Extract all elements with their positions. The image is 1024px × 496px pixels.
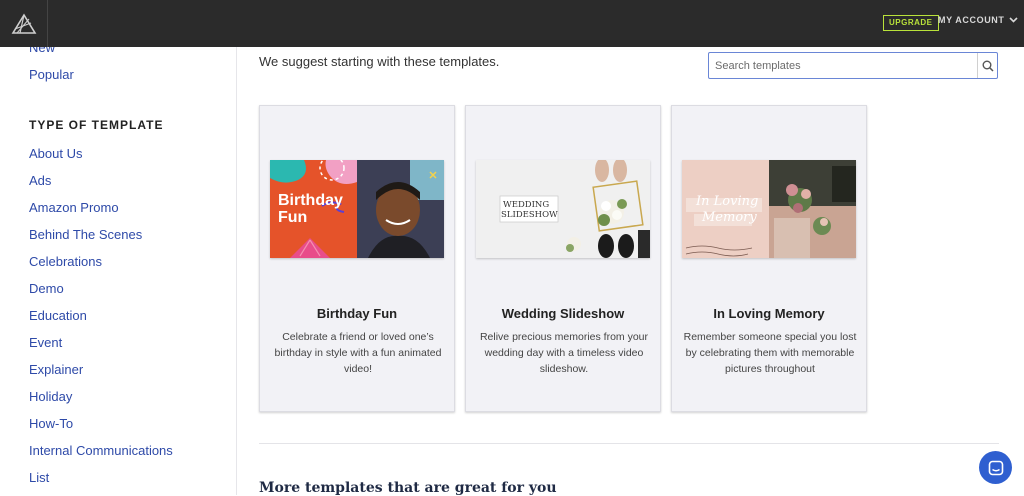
template-card-title: Birthday Fun [316,306,398,321]
chat-button[interactable] [979,451,1012,484]
logo-home-link[interactable] [0,0,48,47]
sidebar-item-about-us[interactable]: About Us [29,146,82,161]
thumbnail-text-line-2: Fun [278,209,308,226]
template-card-in-loving-memory[interactable]: In Loving Memory In Loving Memory Rememb… [671,105,867,412]
thumbnail-text-line-2: Memory [702,210,757,225]
my-account-label: MY ACCOUNT [938,15,1005,25]
template-card-title: Wedding Slideshow [501,306,625,321]
sidebar-item-holiday[interactable]: Holiday [29,389,72,404]
template-card-description: Celebrate a friend or loved one’s birthd… [274,331,442,375]
template-card-description: Relive precious memories from your weddi… [479,331,649,375]
chat-icon [988,460,1003,475]
template-thumbnail-birthday-fun: Birthday Fun [270,160,444,258]
sidebar-item-explainer[interactable]: Explainer [29,362,83,377]
thumbnail-text-line-1: Birthday [278,192,343,209]
thumbnail-text-line-2: SLIDESHOW [501,210,558,220]
sidebar-item-amazon-promo[interactable]: Amazon Promo [29,200,119,215]
sidebar-section-heading: TYPE OF TEMPLATE [29,118,164,132]
section-divider [259,443,999,444]
sidebar-item-education[interactable]: Education [29,308,87,323]
template-thumbnail-in-loving-memory: In Loving Memory [682,160,856,258]
sidebar-item-list[interactable]: List [29,470,49,485]
thumbnail-text-line-1: WEDDING [503,200,550,210]
template-card-birthday-fun[interactable]: Birthday Fun Birthday Fun Celebrate a fr… [259,105,455,412]
sidebar: New Popular TYPE OF TEMPLATE About Us Ad… [0,47,237,495]
template-card-description: Remember someone special you lost by cel… [683,331,857,375]
sidebar-item-event[interactable]: Event [29,335,62,350]
more-templates-heading: More templates that are great for you [259,480,557,496]
template-card-title: In Loving Memory [713,306,825,321]
sidebar-item-popular[interactable]: Popular [29,67,74,82]
top-navigation-bar: UPGRADE MY ACCOUNT [0,0,1024,47]
sidebar-item-behind-the-scenes[interactable]: Behind The Scenes [29,227,142,242]
animoto-logo-icon [11,12,36,34]
search-button[interactable] [977,53,997,78]
sidebar-item-ads[interactable]: Ads [29,173,51,188]
suggest-heading: We suggest starting with these templates… [259,54,500,69]
main-content: We suggest starting with these templates… [238,47,1024,496]
sidebar-item-how-to[interactable]: How-To [29,416,73,431]
thumbnail-text-line-1: In Loving [696,194,759,209]
search-icon [982,60,994,72]
search-box [708,52,998,79]
sidebar-item-new[interactable]: New [29,47,55,55]
chevron-down-icon [1008,17,1018,23]
upgrade-button[interactable]: UPGRADE [883,15,939,31]
sidebar-item-celebrations[interactable]: Celebrations [29,254,102,269]
sidebar-item-internal-communications[interactable]: Internal Communications [29,443,173,458]
sidebar-item-demo[interactable]: Demo [29,281,64,296]
template-thumbnail-wedding-slideshow: WEDDING SLIDESHOW [476,160,650,258]
template-card-wedding-slideshow[interactable]: WEDDING SLIDESHOW Wedding Slideshow Reli… [465,105,661,412]
in-loving-memory-thumbnail-image [682,160,856,258]
search-input[interactable] [709,53,977,78]
my-account-menu[interactable]: MY ACCOUNT [938,15,1018,25]
